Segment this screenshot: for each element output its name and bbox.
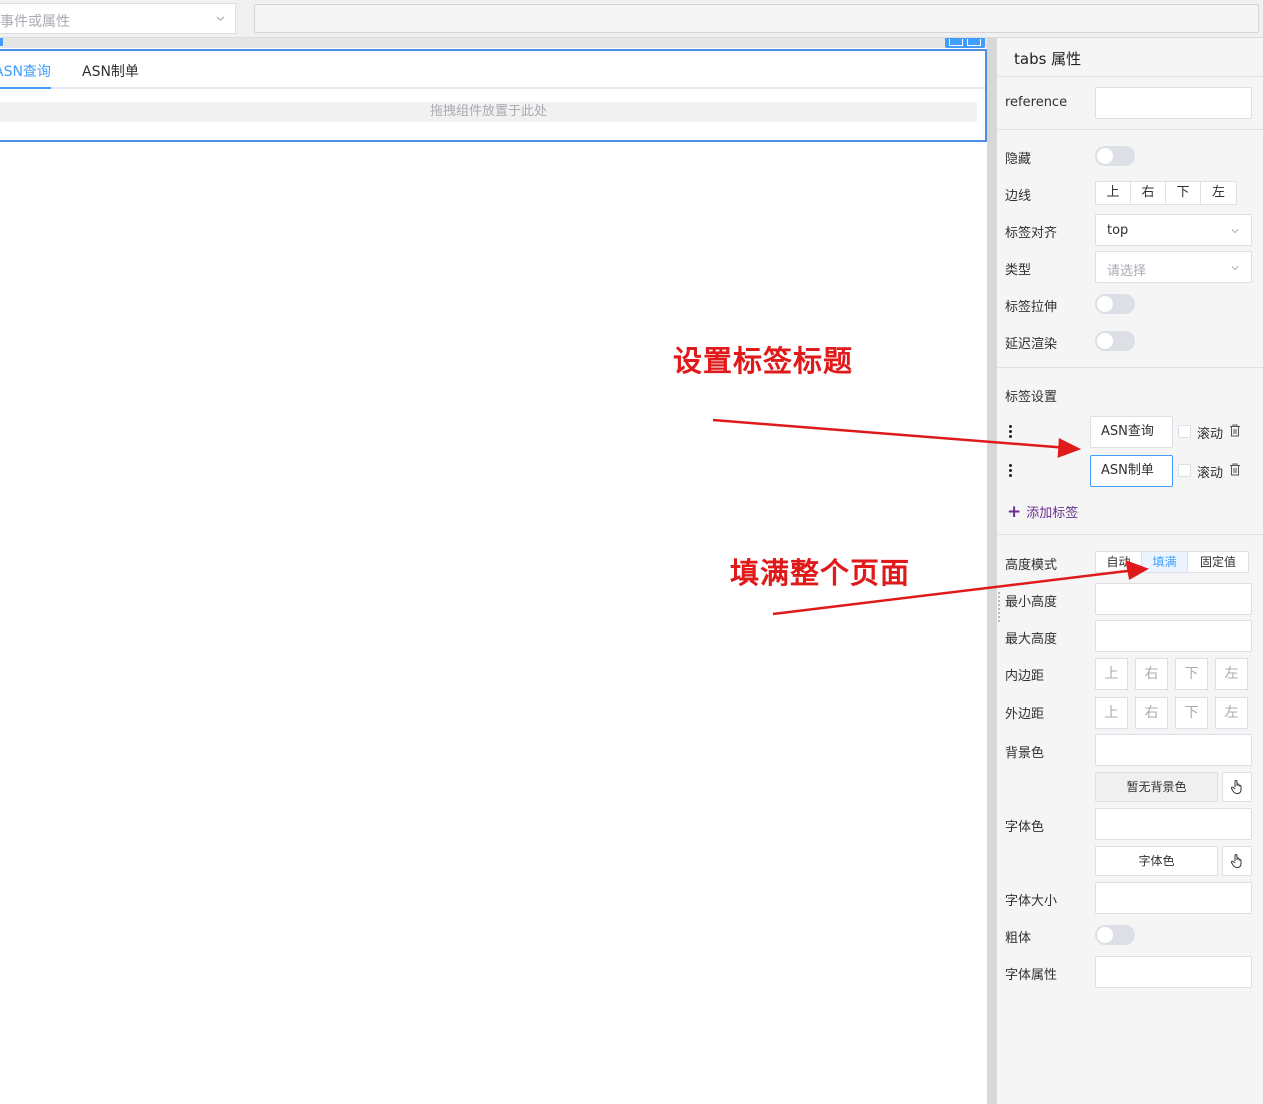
border-left-button[interactable]: 左 xyxy=(1201,182,1236,204)
panel-divider[interactable] xyxy=(987,38,997,1104)
font-size-label: 字体大小 xyxy=(1005,894,1058,909)
font-color-picker-button[interactable] xyxy=(1222,846,1252,876)
top-expression-input[interactable] xyxy=(254,4,1259,33)
tab-title-input-1[interactable]: ASN查询 xyxy=(1090,416,1173,448)
tab-title-input-2[interactable]: ASN制单 xyxy=(1090,455,1173,487)
property-panel: tabs 属性 reference 隐藏 边线 上 右 下 左 标签对齐 top… xyxy=(997,38,1263,1104)
padding-top-input[interactable]: 上 xyxy=(1095,658,1128,690)
chevron-down-icon xyxy=(1231,266,1239,271)
bg-color-picker-button[interactable] xyxy=(1222,772,1252,802)
type-select[interactable]: 请选择 xyxy=(1095,251,1252,283)
min-height-label: 最小高度 xyxy=(1005,595,1058,610)
bg-color-input[interactable] xyxy=(1095,734,1252,766)
padding-right-input[interactable]: 右 xyxy=(1135,658,1168,690)
delete-icon[interactable] xyxy=(967,39,981,46)
separator xyxy=(997,129,1263,130)
drag-handle-icon[interactable] xyxy=(1009,464,1013,478)
min-height-input[interactable] xyxy=(1095,583,1252,615)
font-size-input[interactable] xyxy=(1095,882,1252,914)
selection-marker xyxy=(0,38,3,46)
padding-label: 内边距 xyxy=(1005,669,1045,684)
margin-bottom-input[interactable]: 下 xyxy=(1175,697,1208,729)
separator xyxy=(997,367,1263,368)
scroll-checkbox-2[interactable] xyxy=(1178,464,1191,477)
type-label: 类型 xyxy=(1005,263,1032,278)
font-color-label: 字体色 xyxy=(1005,820,1045,835)
margin-left-input[interactable]: 左 xyxy=(1215,697,1248,729)
max-height-input[interactable] xyxy=(1095,620,1252,652)
panel-title: tabs 属性 xyxy=(1014,50,1082,68)
height-mode-fill[interactable]: 填满 xyxy=(1142,552,1188,572)
height-mode-fixed[interactable]: 固定值 xyxy=(1188,552,1248,572)
event-select-placeholder: 事件或属性 xyxy=(0,14,70,30)
hidden-label: 隐藏 xyxy=(1005,152,1032,167)
border-label: 边线 xyxy=(1005,189,1032,204)
tab-align-label: 标签对齐 xyxy=(1005,226,1058,241)
padding-inputs: 上 右 下 左 xyxy=(1095,658,1248,690)
add-tab-label: 添加标签 xyxy=(1026,506,1079,521)
font-color-input[interactable] xyxy=(1095,808,1252,840)
separator xyxy=(997,76,1263,77)
bg-color-label: 背景色 xyxy=(1005,746,1045,761)
trash-icon[interactable] xyxy=(1229,424,1241,437)
separator xyxy=(997,534,1263,535)
copy-icon[interactable] xyxy=(949,39,963,46)
lazy-render-toggle[interactable] xyxy=(1095,331,1135,351)
stretch-label: 标签拉伸 xyxy=(1005,300,1058,315)
font-attr-input[interactable] xyxy=(1095,956,1252,988)
tabs-header: ASN查询 ASN制单 xyxy=(0,51,985,89)
margin-top-input[interactable]: 上 xyxy=(1095,697,1128,729)
font-attr-label: 字体属性 xyxy=(1005,968,1058,983)
component-tools xyxy=(945,38,985,48)
tab-settings-label: 标签设置 xyxy=(1005,390,1058,405)
scroll-checkbox-1[interactable] xyxy=(1178,425,1191,438)
lazy-render-label: 延迟渲染 xyxy=(1005,337,1058,352)
scroll-label-2: 滚动 xyxy=(1197,466,1224,481)
border-bottom-button[interactable]: 下 xyxy=(1166,182,1201,204)
tab-asn-query[interactable]: ASN查询 xyxy=(0,61,51,89)
hidden-toggle[interactable] xyxy=(1095,146,1135,166)
tab-align-value: top xyxy=(1107,223,1129,238)
bold-toggle[interactable] xyxy=(1095,925,1135,945)
tab-asn-create[interactable]: ASN制单 xyxy=(82,61,139,81)
drag-handle-icon[interactable] xyxy=(1009,425,1013,439)
canvas-top-strip xyxy=(0,38,987,48)
trash-icon[interactable] xyxy=(1229,463,1241,476)
stretch-toggle[interactable] xyxy=(1095,294,1135,314)
event-property-select[interactable]: 事件或属性 xyxy=(0,3,236,34)
border-sides-group: 上 右 下 左 xyxy=(1095,181,1237,205)
top-toolbar: 事件或属性 xyxy=(0,0,1263,38)
margin-right-input[interactable]: 右 xyxy=(1135,697,1168,729)
border-right-button[interactable]: 右 xyxy=(1131,182,1166,204)
height-mode-group: 自动 填满 固定值 xyxy=(1095,551,1249,573)
annotation-fill-page: 填满整个页面 xyxy=(730,556,911,590)
scroll-label-1: 滚动 xyxy=(1197,427,1224,442)
plus-icon: + xyxy=(1007,502,1022,522)
reference-input[interactable] xyxy=(1095,87,1252,119)
max-height-label: 最大高度 xyxy=(1005,632,1058,647)
type-placeholder: 请选择 xyxy=(1107,264,1147,279)
chevron-down-icon xyxy=(1231,229,1239,234)
padding-bottom-input[interactable]: 下 xyxy=(1175,658,1208,690)
padding-left-input[interactable]: 左 xyxy=(1215,658,1248,690)
border-top-button[interactable]: 上 xyxy=(1096,182,1131,204)
tabs-component[interactable]: ASN查询 ASN制单 拖拽组件放置于此处 xyxy=(0,49,987,142)
bg-color-button[interactable]: 暂无背景色 xyxy=(1095,772,1218,802)
font-color-button[interactable]: 字体色 xyxy=(1095,846,1218,876)
hand-pointer-icon xyxy=(1230,854,1242,868)
margin-label: 外边距 xyxy=(1005,707,1045,722)
add-tab-button[interactable]: + 添加标签 xyxy=(1007,502,1078,522)
drop-zone[interactable]: 拖拽组件放置于此处 xyxy=(0,102,977,122)
height-mode-label: 高度模式 xyxy=(1005,558,1058,573)
chevron-down-icon xyxy=(216,16,225,22)
margin-inputs: 上 右 下 左 xyxy=(1095,697,1248,729)
bold-label: 粗体 xyxy=(1005,931,1032,946)
annotation-tab-title: 设置标签标题 xyxy=(673,344,854,378)
reference-label: reference xyxy=(1005,95,1068,110)
tab-align-select[interactable]: top xyxy=(1095,214,1252,246)
hand-pointer-icon xyxy=(1230,780,1242,794)
resize-grip[interactable] xyxy=(998,592,1002,622)
height-mode-auto[interactable]: 自动 xyxy=(1096,552,1142,572)
